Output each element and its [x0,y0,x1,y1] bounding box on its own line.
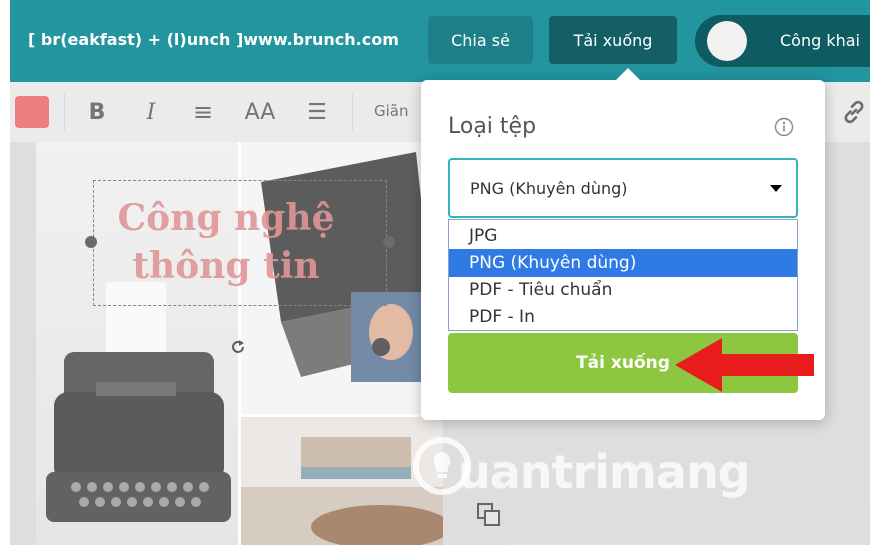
copy-icon[interactable] [474,500,504,530]
public-label: Công khai [780,31,860,50]
file-type-options: JPG PNG (Khuyên dùng) PDF - Tiêu chuẩn P… [448,219,798,331]
share-button[interactable]: Chia sẻ [428,16,533,64]
popover-arrow [615,68,641,81]
option-pdf-print[interactable]: PDF - In [449,303,797,331]
file-type-selected-value: PNG (Khuyên dùng) [470,179,628,198]
toggle-knob[interactable] [707,21,747,61]
option-jpg[interactable]: JPG [449,222,797,250]
file-type-select[interactable]: PNG (Khuyên dùng) [448,158,798,218]
red-arrow-icon [675,338,814,392]
download-button[interactable]: Tải xuống [549,16,677,64]
public-toggle[interactable]: Công khai [695,15,870,67]
document-title[interactable]: [ br(eakfast) + (l)unch ]www.brunch.com [28,30,399,49]
option-pdf-standard[interactable]: PDF - Tiêu chuẩn [449,276,797,304]
caret-down-icon [770,185,782,192]
info-icon[interactable] [774,117,794,137]
option-png[interactable]: PNG (Khuyên dùng) [449,249,797,277]
watermark-text: uantrimang [458,445,751,499]
file-type-label: Loại tệp [448,114,537,139]
